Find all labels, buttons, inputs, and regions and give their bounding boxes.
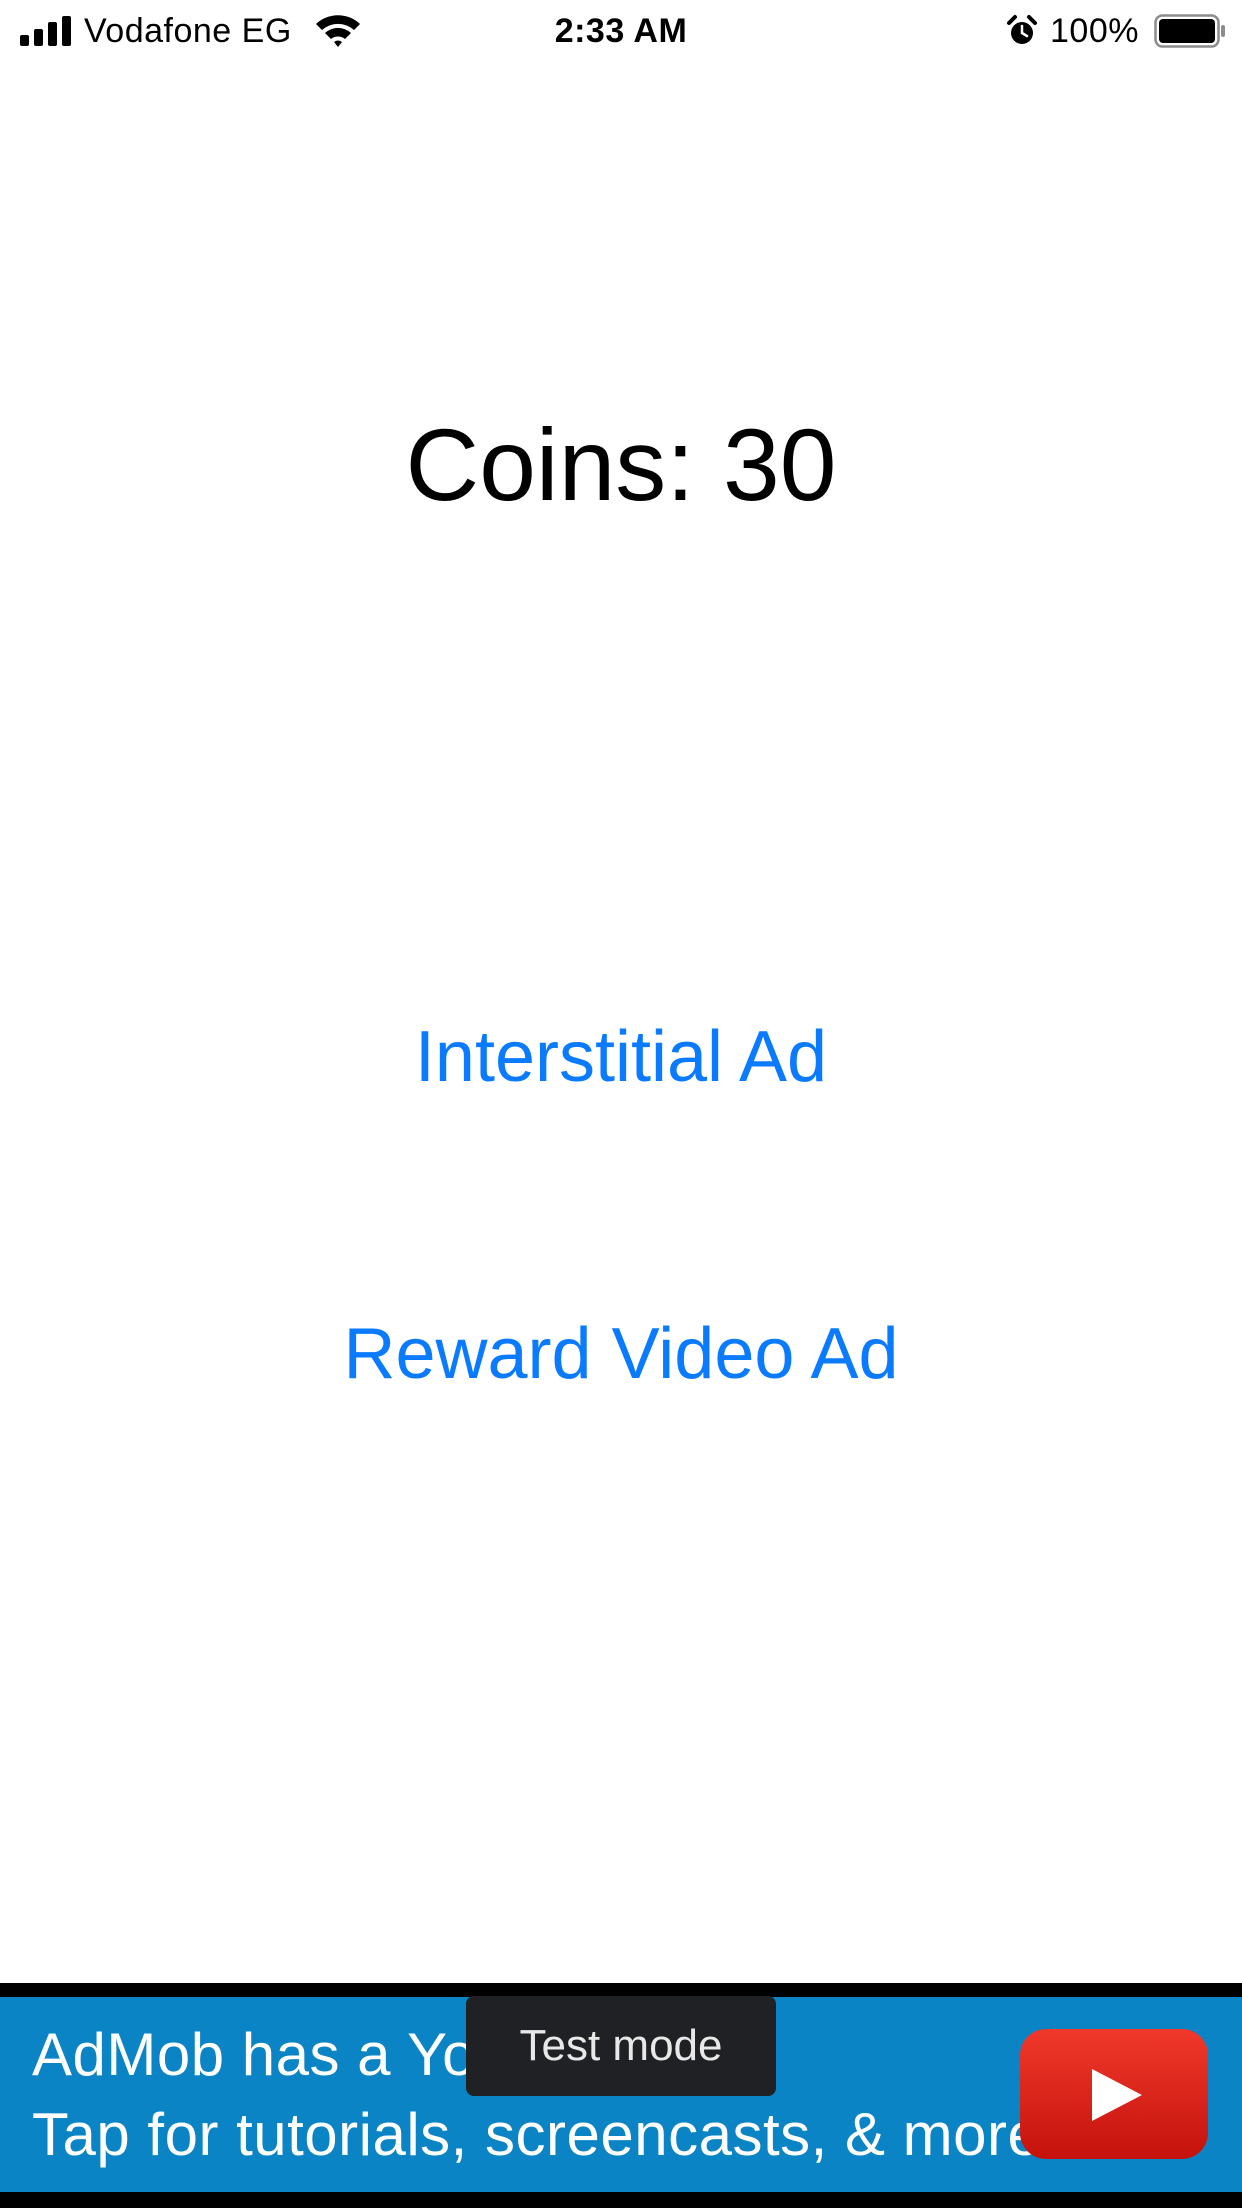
status-bar: Vodafone EG 2:33 AM 100% — [0, 0, 1242, 60]
ad-tagline: Tap for tutorials, screencasts, & more. — [32, 2101, 1059, 2168]
coins-label: Coins: 30 — [405, 408, 837, 522]
battery-percent: 100% — [1050, 12, 1139, 50]
app-screen: Vodafone EG 2:33 AM 100% Coins: 30 Inter… — [0, 0, 1242, 2208]
ad-banner-bottom — [0, 2192, 1242, 2208]
test-mode-badge: Test mode — [466, 1996, 776, 2096]
battery-icon — [1154, 14, 1225, 48]
ad-headline: AdMob has a You — [32, 2021, 510, 2088]
ad-banner-border — [0, 1983, 1242, 1997]
alarm-icon — [1007, 15, 1037, 44]
interstitial-ad-button[interactable]: Interstitial Ad — [0, 1012, 1242, 1102]
reward-video-ad-button[interactable]: Reward Video Ad — [0, 1309, 1242, 1399]
youtube-play-icon[interactable] — [1018, 2027, 1210, 2161]
